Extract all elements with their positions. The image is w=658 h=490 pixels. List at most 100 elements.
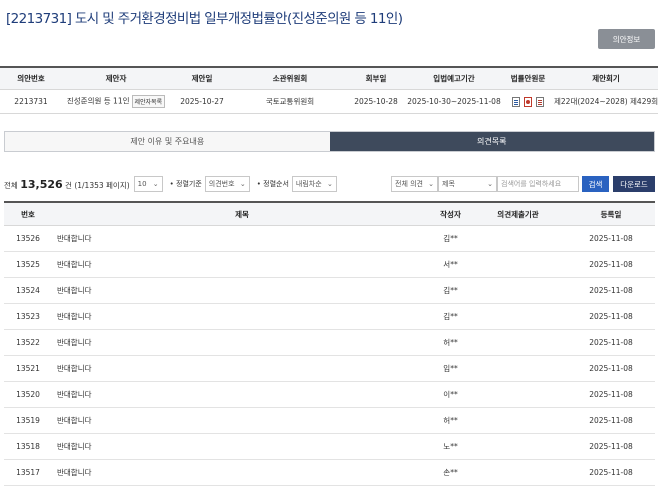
search-input[interactable]	[497, 176, 579, 192]
doc-file-icon[interactable]	[536, 96, 544, 107]
row-date: 2025-11-08	[589, 260, 633, 269]
row-author: 김**	[443, 234, 458, 243]
row-no: 13522	[16, 338, 40, 347]
content-tabs: 제안 이유 및 주요내용 의견목록	[4, 131, 655, 152]
row-author: 노**	[443, 442, 458, 451]
row-date: 2025-11-08	[589, 416, 633, 425]
download-button[interactable]: 다운로드	[613, 176, 655, 192]
row-date: 2025-11-08	[589, 286, 633, 295]
tab-opinion-list[interactable]: 의견목록	[329, 132, 654, 151]
search-field-select[interactable]: 제목 ⌄	[438, 176, 497, 192]
row-date: 2025-11-08	[589, 468, 633, 477]
total-suffix: 건 (1/1353 페이지)	[65, 180, 130, 190]
sort-basis-value: 의견번호	[208, 180, 235, 188]
row-date: 2025-11-08	[589, 390, 633, 399]
row-title[interactable]: 반대합니다	[52, 415, 432, 426]
table-row[interactable]: 13524 반대합니다 김** 2025-11-08	[4, 278, 655, 304]
table-row[interactable]: 13526 반대합니다 김** 2025-11-08	[4, 226, 655, 252]
row-title[interactable]: 반대합니다	[52, 467, 432, 478]
row-author: 김**	[443, 312, 458, 321]
table-row[interactable]: 13523 반대합니다 김** 2025-11-08	[4, 304, 655, 330]
opinion-scope-select[interactable]: 전체 의견 ⌄	[391, 176, 438, 192]
row-no: 13520	[16, 390, 40, 399]
total-count: 전체 13,526 건 (1/1353 페이지)	[4, 178, 130, 191]
header-referral-date: 회부일	[365, 74, 387, 83]
opinion-list: 번호 제목 작성자 의견제출기관 등록일 13526 반대합니다 김** 202…	[4, 201, 655, 486]
header-date: 등록일	[600, 209, 622, 219]
chevron-down-icon: ⌄	[327, 180, 333, 188]
row-title[interactable]: 반대합니다	[52, 389, 432, 400]
opinion-scope-value: 전체 의견	[395, 180, 423, 188]
table-row[interactable]: 13521 반대합니다 임** 2025-11-08	[4, 356, 655, 382]
page-title: [2213731] 도시 및 주거환경정비법 일부개정법률안(진성준의원 등 1…	[6, 11, 403, 27]
row-title[interactable]: 반대합니다	[52, 363, 432, 374]
row-no: 13521	[16, 364, 40, 373]
row-no: 13523	[16, 312, 40, 321]
row-author: 손**	[443, 468, 458, 477]
header-bill-text: 법률안원문	[510, 74, 546, 83]
bill-info-button[interactable]: 의안정보	[598, 29, 655, 49]
row-date: 2025-11-08	[589, 338, 633, 347]
row-title[interactable]: 반대합니다	[52, 337, 432, 348]
row-no: 13519	[16, 416, 40, 425]
referral-date: 2025-10-28	[354, 97, 398, 106]
page-size-value: 10	[137, 180, 147, 188]
search-button[interactable]: 검색	[582, 176, 609, 192]
sort-order-value: 내림차순	[295, 180, 322, 188]
search-field-value: 제목	[442, 180, 455, 188]
chevron-down-icon: ⌄	[239, 180, 246, 188]
pdf-file-icon[interactable]	[524, 96, 532, 107]
tab-proposal-reason[interactable]: 제안 이유 및 주요내용	[5, 132, 330, 151]
hwp-file-icon[interactable]	[512, 96, 520, 107]
session: 제22대(2024~2028) 제429회	[554, 97, 658, 106]
table-row[interactable]: 13519 반대합니다 허** 2025-11-08	[4, 408, 655, 434]
bill-text-files	[502, 96, 554, 107]
table-row[interactable]: 13525 반대합니다 서** 2025-11-08	[4, 252, 655, 278]
row-no: 13526	[16, 234, 40, 243]
header-session: 제안회기	[592, 74, 620, 83]
table-row[interactable]: 13518 반대합니다 노** 2025-11-08	[4, 434, 655, 460]
row-author: 서**	[443, 260, 458, 269]
table-row[interactable]: 13517 반대합니다 손** 2025-11-08	[4, 460, 655, 486]
row-author: 허**	[443, 338, 458, 347]
notice-period: 2025-10-30~2025-11-08	[407, 97, 501, 106]
table-row[interactable]: 13520 반대합니다 이** 2025-11-08	[4, 382, 655, 408]
proposer-list-button[interactable]: 제안자목록	[131, 95, 166, 108]
opinion-list-header: 번호 제목 작성자 의견제출기관 등록일	[4, 203, 655, 226]
bill-info-table: 의안번호 제안자 제안일 소관위원회 회부일 입법예고기간 법률안원문 제안회기…	[0, 66, 658, 114]
row-title[interactable]: 반대합니다	[52, 259, 432, 270]
header-org: 의견제출기관	[497, 209, 539, 219]
chevron-down-icon: ⌄	[152, 180, 159, 188]
proposer: 진성준의원 등 11인	[66, 96, 130, 106]
row-date: 2025-11-08	[589, 312, 633, 321]
sort-basis-label: • 정렬기준	[169, 180, 202, 188]
header-bill-no: 의안번호	[17, 74, 45, 83]
proposed-date: 2025-10-27	[180, 97, 224, 106]
sort-order-label: • 정렬순서	[256, 180, 289, 188]
bill-no: 2213731	[14, 97, 48, 106]
header-notice-period: 입법예고기간	[433, 74, 475, 83]
header-proposer: 제안자	[105, 74, 127, 83]
row-date: 2025-11-08	[589, 364, 633, 373]
row-title[interactable]: 반대합니다	[52, 311, 432, 322]
row-author: 김**	[443, 286, 458, 295]
row-author: 이**	[443, 390, 458, 399]
sort-order-select[interactable]: 내림차순 ⌄	[291, 176, 337, 192]
header-committee: 소관위원회	[272, 74, 308, 83]
page-size-select[interactable]: 10 ⌄	[133, 176, 163, 192]
bill-info-row: 2213731 진성준의원 등 11인 제안자목록 2025-10-27 국토교통…	[0, 90, 658, 114]
row-title[interactable]: 반대합니다	[52, 441, 432, 452]
proposer-cell: 진성준의원 등 11인 제안자목록	[62, 95, 170, 108]
header-title: 제목	[235, 209, 249, 219]
header-author: 작성자	[440, 209, 461, 219]
committee: 국토교통위원회	[265, 97, 315, 106]
row-title[interactable]: 반대합니다	[52, 233, 432, 244]
total-count-number: 13,526	[20, 177, 63, 191]
sort-basis-select[interactable]: 의견번호 ⌄	[204, 176, 250, 192]
row-title[interactable]: 반대합니다	[52, 285, 432, 296]
total-prefix: 전체	[4, 180, 18, 190]
row-date: 2025-11-08	[589, 234, 633, 243]
chevron-down-icon: ⌄	[487, 180, 493, 188]
table-row[interactable]: 13522 반대합니다 허** 2025-11-08	[4, 330, 655, 356]
row-no: 13525	[16, 260, 40, 269]
